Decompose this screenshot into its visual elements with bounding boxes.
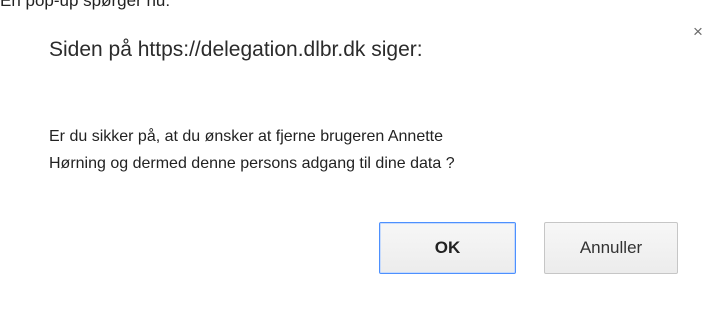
cancel-button[interactable]: Annuller	[544, 222, 678, 274]
dialog-title: Siden på https://delegation.dlbr.dk sige…	[49, 38, 423, 61]
dialog-message: Er du sikker på, at du ønsker at fjerne …	[49, 123, 669, 177]
close-icon[interactable]: ×	[689, 23, 707, 41]
dialog-message-line-1: Er du sikker på, at du ønsker at fjerne …	[49, 128, 443, 145]
ok-button[interactable]: OK	[379, 222, 516, 274]
page: En pop-up spørger nu: Siden på https://d…	[0, 0, 723, 317]
dialog-message-line-2: Hørning og dermed denne persons adgang t…	[49, 155, 455, 172]
confirm-dialog: Siden på https://delegation.dlbr.dk sige…	[8, 10, 723, 317]
